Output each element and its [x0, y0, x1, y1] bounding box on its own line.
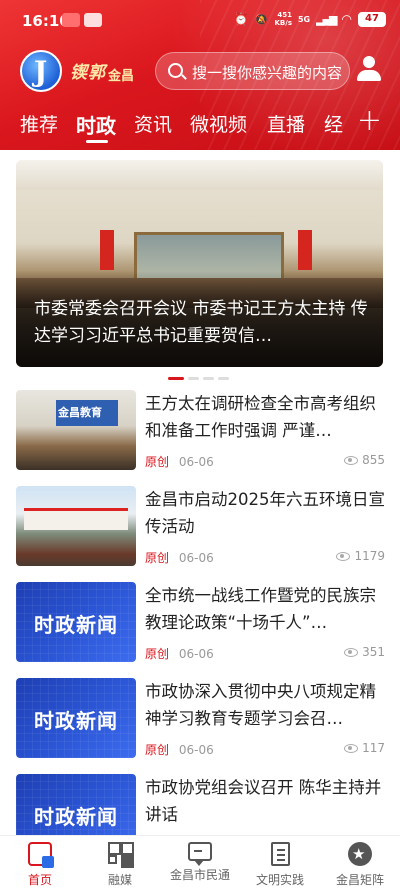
channel-tabs: 推荐 时政 资讯 微视频 直播 经 +	[0, 104, 400, 150]
eye-icon	[344, 647, 359, 657]
news-meta: 原创 06-06 1179	[145, 549, 385, 567]
nav-citizen-service[interactable]: 金昌市民通	[160, 842, 240, 883]
alarm-icon: ⏰	[233, 12, 249, 26]
news-date: 06-06	[178, 743, 214, 757]
tab-politics[interactable]: 时政	[76, 110, 116, 139]
news-date: 06-06	[178, 455, 214, 469]
carousel-dot[interactable]	[188, 377, 199, 380]
net-speed: 451 KB/s	[274, 11, 292, 27]
app-logo: J	[20, 50, 62, 92]
tab-live[interactable]: 直播	[267, 110, 305, 137]
eye-icon	[336, 551, 351, 561]
nav-matrix[interactable]: 金昌矩阵	[320, 842, 400, 888]
nav-civilization-practice[interactable]: 文明实践	[240, 842, 320, 888]
document-icon	[270, 842, 290, 866]
news-title: 市政协党组会议召开 陈华主持并讲话	[145, 778, 382, 824]
app-header: 16:10 ⏰ 🔕 451 KB/s 5G ▂▄▆ ◠ 47 J 锲郭 金昌 搜一…	[0, 0, 400, 150]
news-meta: 原创 06-06 351	[145, 645, 385, 663]
chat-icon	[188, 842, 212, 866]
news-title: 全市统一战线工作暨党的民族宗教理论政策“十场千人”…	[145, 586, 376, 632]
nav-label: 文明实践	[255, 873, 304, 887]
thumbnail-label: 时政新闻	[34, 805, 118, 829]
news-thumbnail: 时政新闻	[16, 582, 136, 662]
news-tag: 原创	[145, 455, 170, 469]
news-title: 金昌市启动2025年六五环境日宣传活动	[145, 490, 385, 536]
carousel-indicator	[168, 377, 229, 380]
news-tag: 原创	[145, 743, 170, 757]
nav-label: 首页	[27, 873, 52, 887]
tab-economy[interactable]: 经	[324, 110, 343, 137]
home-icon	[28, 842, 54, 868]
nav-label: 金昌矩阵	[335, 873, 384, 887]
nav-media[interactable]: 融媒	[80, 842, 160, 888]
news-item[interactable]: 时政新闻 市政协深入贯彻中央八项规定精神学习教育专题学习会召… 原创 06-06…	[0, 678, 400, 774]
news-item[interactable]: 金昌教育 王方太在调研检查全市高考组织和准备工作时强调 严谨… 原创 06-06…	[0, 390, 400, 486]
brand-city: 金昌	[108, 69, 135, 84]
carousel-dot[interactable]	[203, 377, 214, 380]
user-profile-icon[interactable]	[356, 56, 382, 82]
news-date: 06-06	[178, 647, 214, 661]
brand-row: J 锲郭 金昌 搜一搜你感兴趣的内容	[0, 46, 400, 92]
status-indicators: ⏰ 🔕 451 KB/s 5G ▂▄▆ ◠ 47	[234, 11, 386, 27]
thumbnail-label: 时政新闻	[34, 613, 118, 637]
search-bar[interactable]: 搜一搜你感兴趣的内容	[155, 52, 350, 90]
news-date: 06-06	[178, 551, 214, 565]
status-bar: 16:10 ⏰ 🔕 451 KB/s 5G ▂▄▆ ◠ 47	[0, 0, 400, 40]
news-item[interactable]: 金昌市启动2025年六五环境日宣传活动 原创 06-06 1179	[0, 486, 400, 582]
news-thumbnail: 金昌教育	[16, 390, 136, 470]
eye-icon	[344, 743, 359, 753]
brand-name: 锲郭	[70, 63, 106, 83]
news-views: 117	[344, 741, 385, 755]
battery-indicator: 47	[358, 11, 386, 27]
nav-label: 金昌市民通	[169, 868, 230, 882]
news-title: 王方太在调研检查全市高考组织和准备工作时强调 严谨…	[145, 394, 376, 440]
tab-recommend[interactable]: 推荐	[20, 110, 58, 137]
news-meta: 原创 06-06 117	[145, 741, 385, 759]
news-meta: 原创 06-06 855	[145, 453, 385, 471]
news-title: 市政协深入贯彻中央八项规定精神学习教育专题学习会召…	[145, 682, 376, 728]
wifi-icon: ◠	[341, 12, 352, 26]
notification-app-icon	[62, 13, 80, 27]
thumbnail-label: 金昌教育	[58, 406, 102, 419]
news-tag: 原创	[145, 551, 170, 565]
news-thumbnail: 时政新闻	[16, 678, 136, 758]
bottom-navigation: 首页 融媒 金昌市民通 文明实践 金昌矩阵	[0, 835, 400, 889]
grid-icon	[108, 842, 134, 866]
search-icon	[168, 63, 183, 78]
carousel-dot[interactable]	[168, 377, 184, 380]
tab-news[interactable]: 资讯	[134, 110, 172, 137]
notification-app-icon	[84, 13, 102, 27]
search-placeholder: 搜一搜你感兴趣的内容	[192, 64, 343, 82]
thumbnail-label: 时政新闻	[34, 709, 118, 733]
banner-title: 市委常委会召开会议 市委书记王方太主持 传达学习习近平总书记重要贺信…	[34, 299, 368, 346]
tab-micro-video[interactable]: 微视频	[190, 110, 247, 137]
news-thumbnail	[16, 486, 136, 566]
signal-icon: ▂▄▆	[316, 12, 337, 26]
nav-label: 融媒	[107, 873, 132, 887]
star-icon	[348, 842, 372, 866]
eye-icon	[344, 455, 359, 465]
news-tag: 原创	[145, 647, 170, 661]
network-type: 5G	[297, 14, 311, 24]
nav-home[interactable]: 首页	[0, 842, 80, 888]
add-channel-button[interactable]: +	[357, 106, 382, 136]
news-views: 351	[344, 645, 385, 659]
news-item[interactable]: 时政新闻 全市统一战线工作暨党的民族宗教理论政策“十场千人”… 原创 06-06…	[0, 582, 400, 678]
news-views: 1179	[336, 549, 385, 563]
mute-icon: 🔕	[254, 12, 269, 26]
news-views: 855	[344, 453, 385, 467]
banner-carousel[interactable]: 市委常委会召开会议 市委书记王方太主持 传达学习习近平总书记重要贺信…	[16, 160, 383, 367]
active-tab-indicator	[86, 140, 108, 143]
carousel-dot[interactable]	[218, 377, 229, 380]
